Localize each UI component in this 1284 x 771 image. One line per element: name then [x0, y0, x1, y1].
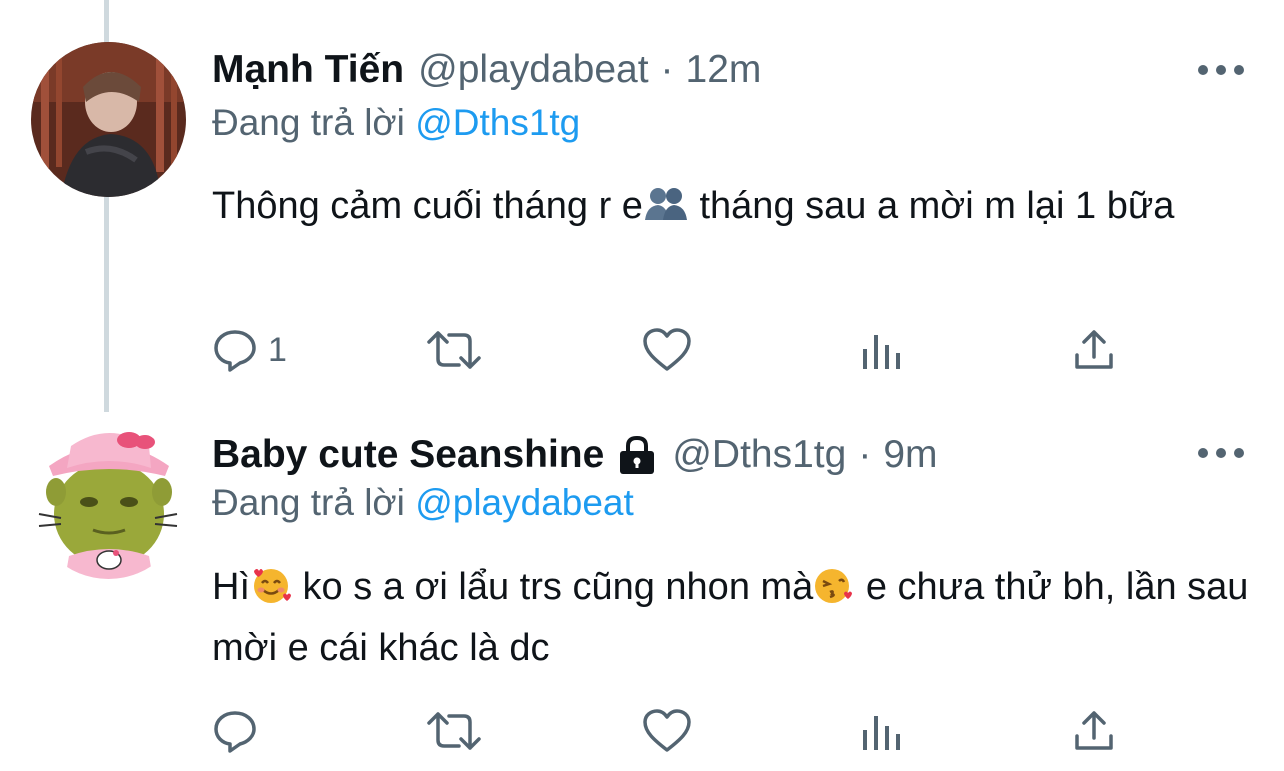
separator-dot: · [858, 433, 872, 476]
tweet-header: Baby cute Seanshine @Dths1tg · 9m [212, 430, 938, 480]
replying-to-label: Đang trả lời [212, 102, 405, 143]
avatar[interactable] [31, 424, 186, 579]
people-silhouette-emoji [643, 185, 689, 240]
reply-mention-link[interactable]: @playdabeat [415, 482, 634, 523]
share-button[interactable] [1072, 706, 1116, 756]
retweet-icon [427, 712, 481, 750]
separator-dot: · [660, 48, 674, 91]
replying-to-label: Đang trả lời [212, 482, 405, 523]
display-name[interactable]: Mạnh Tiến [212, 48, 404, 92]
like-button[interactable] [642, 706, 692, 756]
share-icon [1075, 330, 1113, 369]
tweet-text-segment: ko s a ơi lẩu trs cũng nhon mà [292, 566, 814, 608]
like-icon [643, 709, 691, 752]
reply-icon [214, 330, 256, 372]
user-handle[interactable]: @Dths1tg [672, 433, 846, 477]
display-name[interactable]: Baby cute Seanshine [212, 433, 604, 477]
analytics-icon [863, 716, 900, 750]
retweet-icon [427, 331, 481, 369]
avatar[interactable] [31, 42, 186, 197]
retweet-button[interactable] [426, 325, 482, 375]
user-handle[interactable]: @playdabeat [418, 48, 648, 92]
tweet-text-segment: tháng sau a mời m lại 1 bữa [688, 185, 1175, 227]
reply-mention-link[interactable]: @Dths1tg [415, 102, 580, 143]
tweet-text-segment: Thông cảm cuối tháng r e [212, 185, 643, 227]
analytics-icon [863, 335, 900, 369]
analytics-button[interactable] [860, 706, 902, 756]
analytics-button[interactable] [860, 325, 902, 375]
reply-icon [214, 711, 256, 753]
timestamp[interactable]: 9m [883, 433, 937, 477]
share-icon [1075, 711, 1113, 750]
more-options-button[interactable] [1198, 443, 1244, 463]
tweet-text: Thông cảm cuối tháng r e tháng sau a mời… [212, 179, 1252, 240]
tweet-text-segment: Hì [212, 566, 250, 608]
retweet-button[interactable] [426, 706, 482, 756]
replying-to: Đang trả lời @playdabeat [212, 482, 634, 524]
face-blowing-kiss-emoji [813, 565, 855, 621]
more-icon [1198, 448, 1208, 458]
tweet-text: Hì ko s a ơi lẩu trs cũng nhon mà e chưa… [212, 560, 1252, 676]
like-icon [643, 328, 691, 371]
replying-to: Đang trả lời @Dths1tg [212, 102, 580, 144]
more-icon [1198, 65, 1208, 75]
smiling-face-with-hearts-emoji [250, 565, 292, 621]
reply-button[interactable] [212, 706, 268, 756]
like-button[interactable] [642, 325, 692, 375]
share-button[interactable] [1072, 325, 1116, 375]
tweet-header: Mạnh Tiến @playdabeat · 12m [212, 45, 761, 95]
reply-count: 1 [268, 330, 287, 369]
more-options-button[interactable] [1198, 60, 1244, 80]
lock-icon [616, 434, 658, 476]
timestamp[interactable]: 12m [686, 48, 762, 92]
reply-button[interactable]: 1 [212, 325, 287, 375]
